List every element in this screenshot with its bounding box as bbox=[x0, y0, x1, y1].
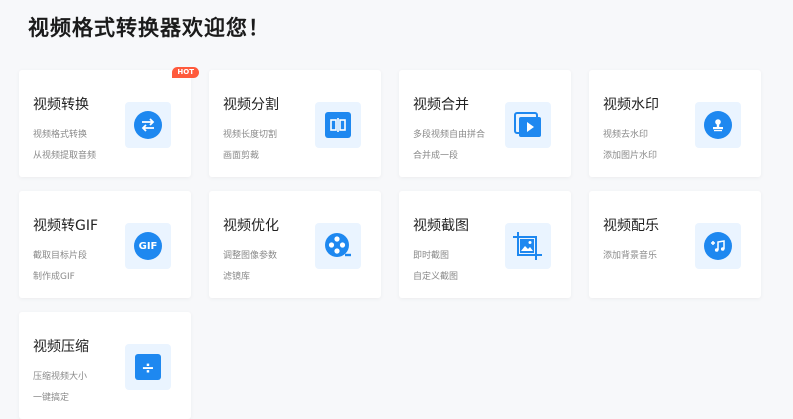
card-title: 视频优化 bbox=[223, 218, 279, 234]
card-desc: 调整图像参数 bbox=[223, 251, 278, 261]
card-desc: 多段视频自由拼合 bbox=[413, 130, 486, 140]
stamp-icon bbox=[695, 102, 741, 148]
card-video-merge[interactable]: 视频合并 多段视频自由拼合 合并成一段 bbox=[399, 70, 571, 177]
card-desc: 画面剪裁 bbox=[223, 151, 260, 161]
card-desc: 一键搞定 bbox=[33, 393, 70, 403]
card-video-optimize[interactable]: 视频优化 调整图像参数 滤镜库 bbox=[209, 191, 381, 298]
card-title: 视频转GIF bbox=[33, 218, 99, 234]
card-title: 视频截图 bbox=[413, 218, 469, 234]
convert-arrows-icon bbox=[125, 102, 171, 148]
card-desc: 从视频提取音频 bbox=[33, 151, 97, 161]
card-title: 视频配乐 bbox=[603, 218, 659, 234]
compress-icon: ÷ bbox=[125, 344, 171, 390]
card-desc: 添加图片水印 bbox=[603, 151, 658, 161]
hot-badge: HOT bbox=[172, 67, 199, 78]
card-desc: 视频长度切割 bbox=[223, 130, 278, 140]
page-title: 视频格式转换器欢迎您！ bbox=[28, 16, 270, 40]
card-video-convert[interactable]: HOT 视频转换 视频格式转换 从视频提取音频 bbox=[19, 67, 199, 177]
card-video-watermark[interactable]: 视频水印 视频去水印 添加图片水印 bbox=[589, 70, 761, 177]
screenshot-image-icon bbox=[505, 223, 551, 269]
tool-grid: HOT 视频转换 视频格式转换 从视频提取音频 视频分割 视频长度切割 画面剪裁 bbox=[19, 67, 761, 419]
card-video-screenshot[interactable]: 视频截图 即时截图 自定义截图 bbox=[399, 191, 571, 298]
card-title: 视频压缩 bbox=[33, 339, 89, 355]
card-desc: 视频格式转换 bbox=[33, 130, 88, 140]
card-desc: 合并成一段 bbox=[413, 151, 459, 161]
card-video-to-gif[interactable]: 视频转GIF 截取目标片段 制作成GIF GIF bbox=[19, 191, 191, 298]
card-title: 视频水印 bbox=[603, 97, 659, 113]
card-desc: 压缩视频大小 bbox=[33, 372, 88, 382]
card-desc: 即时截图 bbox=[413, 251, 450, 261]
card-title: 视频分割 bbox=[223, 97, 279, 113]
card-title: 视频转换 bbox=[33, 97, 89, 113]
card-title: 视频合并 bbox=[413, 97, 469, 113]
gif-icon: GIF bbox=[125, 223, 171, 269]
card-desc: 添加背景音乐 bbox=[603, 251, 658, 261]
card-video-compress[interactable]: 视频压缩 压缩视频大小 一键搞定 ÷ bbox=[19, 312, 191, 419]
split-icon bbox=[315, 102, 361, 148]
merge-play-icon bbox=[505, 102, 551, 148]
card-desc: 滤镜库 bbox=[223, 272, 251, 282]
film-reel-icon bbox=[315, 223, 361, 269]
card-video-music[interactable]: 视频配乐 添加背景音乐 bbox=[589, 191, 761, 298]
music-add-icon bbox=[695, 223, 741, 269]
card-video-split[interactable]: 视频分割 视频长度切割 画面剪裁 bbox=[209, 70, 381, 177]
card-desc: 视频去水印 bbox=[603, 130, 649, 140]
card-desc: 制作成GIF bbox=[33, 272, 75, 282]
card-desc: 自定义截图 bbox=[413, 272, 459, 282]
card-desc: 截取目标片段 bbox=[33, 251, 88, 261]
